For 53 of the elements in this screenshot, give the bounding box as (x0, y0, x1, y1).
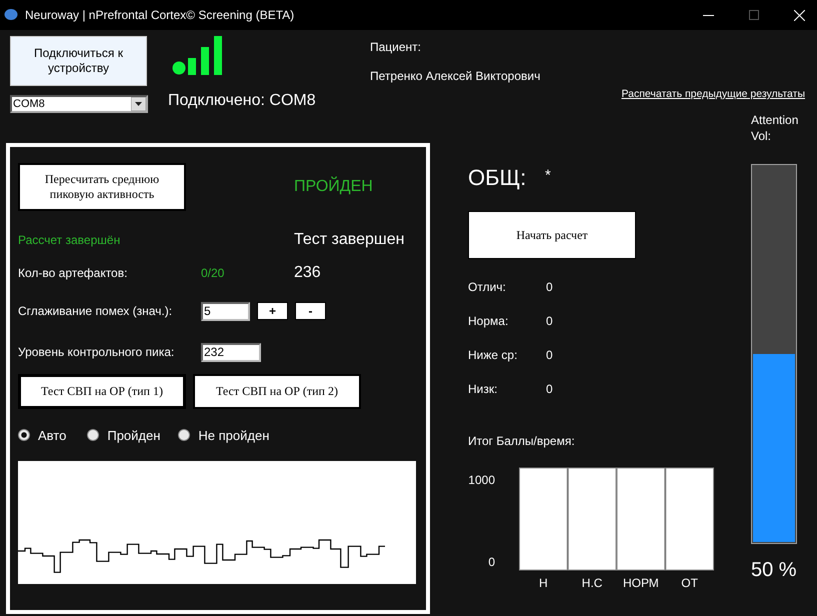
smoothing-field[interactable]: 5 (201, 302, 250, 320)
radio-button[interactable] (18, 429, 30, 441)
attention-reading: 50 % (751, 559, 797, 582)
category-label: Н (539, 576, 548, 590)
smoothing-label: Сглаживание помех (знач.): (18, 304, 174, 318)
total-label: ОБЩ: (468, 165, 528, 191)
test-button[interactable]: Тест СВП на ОР (тип 1) (18, 374, 186, 409)
step-button[interactable]: + (257, 302, 288, 320)
recalc-button[interactable]: Пересчитать среднюю пиковую активность (18, 163, 186, 211)
test-result: ПРОЙДЕН (294, 178, 373, 196)
peak-level-label: Уровень контрольного пика: (18, 345, 176, 359)
connection-status: Подключено: COM8 (168, 92, 317, 110)
chart-title: Итог Баллы/время: (468, 434, 575, 448)
axis-tick-label: 1000 (468, 473, 495, 487)
radio-button[interactable] (178, 429, 190, 441)
axis-tick-label: 0 (488, 555, 495, 569)
radio-label: Авто (38, 428, 66, 442)
category-label: Н.С (582, 576, 602, 590)
print-results-link[interactable]: Распечатать предыдущие результаты (621, 88, 805, 100)
attention-label: Attention Vol: (751, 112, 800, 144)
artifacts-reading: 236 (294, 264, 321, 282)
test-button[interactable]: Тест СВП на ОР (тип 2) (193, 374, 361, 409)
stat-value: 0 (546, 314, 553, 328)
calc-status: Рассчет завершён (18, 233, 122, 247)
stat-value: 0 (546, 280, 553, 294)
app-logo-icon (4, 9, 18, 21)
stat-label: Отлич: (468, 280, 507, 294)
window-title: Neuroway | nPrefrontal Cortex© Screening (BETA) (25, 8, 294, 22)
test-status: Тест завершен (294, 231, 404, 249)
stat-label: Низк: (468, 382, 498, 396)
connect-button[interactable]: Подключиться к устройству (10, 36, 147, 86)
patient-label: Пациент: (370, 40, 422, 54)
stat-value: 0 (546, 382, 553, 396)
radio-label: Пройден (107, 428, 160, 442)
radio-button[interactable] (87, 429, 100, 441)
total-value: * (545, 167, 551, 184)
port-dropdown[interactable]: COM8 (10, 95, 148, 113)
patient-name: Петренко Алексей Викторович (370, 69, 542, 83)
category-label: НОРМ (622, 576, 659, 590)
stat-value: 0 (546, 348, 553, 362)
peak-level-field[interactable]: 232 (201, 342, 261, 362)
close-icon[interactable] (794, 10, 805, 20)
start-calc-button[interactable]: Начать расчет (468, 211, 636, 259)
radio-label: Не пройден (198, 428, 270, 442)
signal-icon (172, 35, 224, 75)
artifacts-label: Кол-во артефактов: (18, 266, 128, 280)
caret-icon (131, 97, 146, 111)
artifacts-count: 0/20 (201, 266, 226, 280)
category-label: ОТ (681, 576, 698, 590)
maximize-icon[interactable] (749, 10, 759, 20)
stat-label: Норма: (468, 314, 510, 328)
step-button[interactable]: - (295, 302, 326, 320)
stat-label: Ниже ср: (468, 348, 518, 362)
